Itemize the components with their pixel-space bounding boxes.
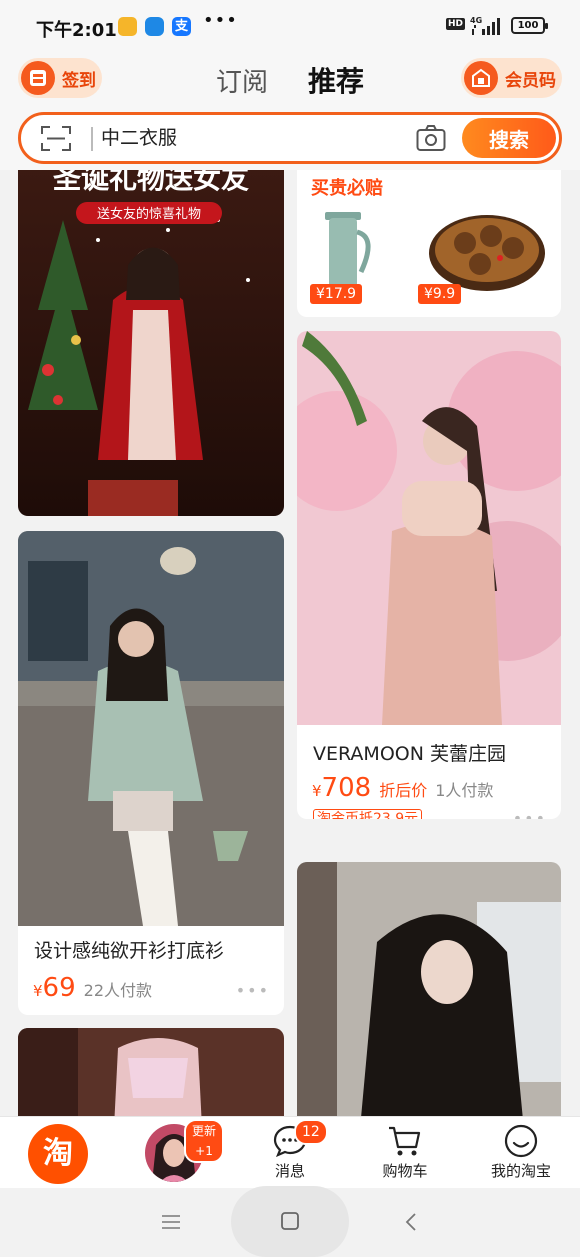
- feed-card-cardigan[interactable]: 设计感纯欲开衫打底衫 ¥ 69 22人付款 •••: [18, 531, 284, 1015]
- promo-price-1: ¥17.9: [310, 284, 363, 304]
- search-bar: 搜索: [18, 112, 562, 164]
- taobao-logo: 淘: [28, 1124, 88, 1184]
- feed-card-lace[interactable]: [18, 1028, 284, 1116]
- back-icon[interactable]: [405, 1213, 417, 1231]
- tab-messages-label: 消息: [274, 1162, 305, 1180]
- lace-product-image: [18, 1028, 284, 1116]
- abalone-image: [429, 215, 545, 291]
- member-code-icon: [464, 61, 498, 95]
- price-label: 折后价: [379, 781, 428, 800]
- battery-icon: 100: [511, 17, 548, 34]
- checkin-icon: [21, 61, 55, 95]
- bottom-tab-bar: 淘 更新+1 12 消息 购物车 我的淘宝: [0, 1116, 580, 1188]
- tab-recommend[interactable]: 推荐: [308, 60, 364, 100]
- feed-card-veramoon[interactable]: VERAMOON 芙蕾庄园 ¥ 708 折后价 1人付款 淘金币抵23.9元 •…: [297, 331, 561, 819]
- home-nav-button[interactable]: [231, 1186, 349, 1257]
- checkin-label: 签到: [62, 70, 96, 91]
- product-price: 708: [321, 773, 372, 803]
- tab-my-taobao[interactable]: 我的淘宝: [471, 1117, 571, 1189]
- price-row: ¥ 69 22人付款: [33, 973, 152, 1003]
- hd-icon: HD: [446, 18, 466, 30]
- more-options-icon[interactable]: •••: [236, 981, 270, 1000]
- checkin-button[interactable]: 签到: [18, 58, 102, 98]
- tab-subscribe[interactable]: 订阅: [216, 62, 268, 99]
- system-nav-bar: [0, 1186, 580, 1257]
- price-row: ¥ 708 折后价 1人付款: [312, 773, 493, 803]
- banner-title: 圣诞礼物送女友: [53, 170, 249, 195]
- currency-symbol: ¥: [312, 782, 322, 800]
- promo-price-2: ¥9.9: [418, 284, 462, 304]
- network-type-label: 4G: [470, 16, 482, 25]
- product-feed: 圣诞礼物送女友 送女友的惊喜礼物 设计感纯欲开衫打底衫 ¥ 69 22人付款 •…: [0, 170, 580, 1116]
- smile-icon: [504, 1124, 538, 1158]
- veramoon-product-image: [297, 331, 561, 725]
- more-notifications-icon: •••: [203, 10, 238, 31]
- alipay-app-icon: 支: [172, 17, 191, 36]
- signal-icon: 4G: [470, 16, 500, 35]
- menu-icon[interactable]: [162, 1215, 180, 1229]
- notes-app-icon: [118, 17, 137, 36]
- tab-home[interactable]: 淘: [8, 1117, 108, 1189]
- cart-icon: [389, 1126, 421, 1156]
- camera-search-icon[interactable]: [416, 124, 446, 152]
- browser-app-icon: [145, 17, 164, 36]
- tab-messages[interactable]: 12 消息: [240, 1117, 340, 1189]
- tab-my-taobao-label: 我的淘宝: [490, 1162, 551, 1180]
- product-title: VERAMOON 芙蕾庄园: [313, 743, 506, 765]
- banner-tag: 送女友的惊喜礼物: [97, 206, 201, 222]
- search-button[interactable]: 搜索: [462, 118, 556, 158]
- feed-tabs: 订阅 推荐: [216, 60, 364, 100]
- tab-cart-label: 购物车: [382, 1162, 428, 1180]
- product-price: 69: [42, 973, 76, 1003]
- tab-following[interactable]: 更新+1: [124, 1117, 224, 1189]
- cardigan-product-image: [18, 531, 284, 926]
- status-time: 下午2:01: [36, 20, 117, 41]
- portrait-product-image: [297, 862, 561, 1116]
- search-divider: [91, 127, 93, 151]
- feed-card-promo[interactable]: 买贵必赔 ¥17.9 ¥9.9: [297, 170, 561, 317]
- more-options-icon[interactable]: •••: [513, 809, 547, 819]
- feed-card-christmas[interactable]: 圣诞礼物送女友 送女友的惊喜礼物: [18, 170, 284, 516]
- status-bar: 下午2:01 支 ••• HD 4G 100: [0, 0, 580, 52]
- buyer-count: 1人付款: [435, 781, 494, 800]
- home-square-icon: [281, 1212, 299, 1230]
- home-header: 签到 订阅 推荐 会员码 搜索: [0, 52, 580, 170]
- search-input[interactable]: [101, 124, 401, 152]
- tab-cart[interactable]: 购物车: [355, 1117, 455, 1189]
- product-title: 设计感纯欲开衫打底衫: [34, 940, 225, 962]
- scan-icon[interactable]: [41, 125, 71, 152]
- member-code-label: 会员码: [505, 70, 556, 91]
- member-code-button[interactable]: 会员码: [461, 58, 562, 98]
- update-badge: 更新+1: [184, 1119, 224, 1163]
- buyer-count: 22人付款: [83, 981, 153, 1000]
- promo-title: 买贵必赔: [311, 178, 383, 199]
- coupon-badge: 淘金币抵23.9元: [313, 809, 423, 819]
- currency-symbol: ¥: [33, 982, 43, 1000]
- feed-card-portrait[interactable]: [297, 862, 561, 1116]
- christmas-product-image: 圣诞礼物送女友 送女友的惊喜礼物: [18, 170, 284, 516]
- message-count-badge: 12: [294, 1119, 328, 1145]
